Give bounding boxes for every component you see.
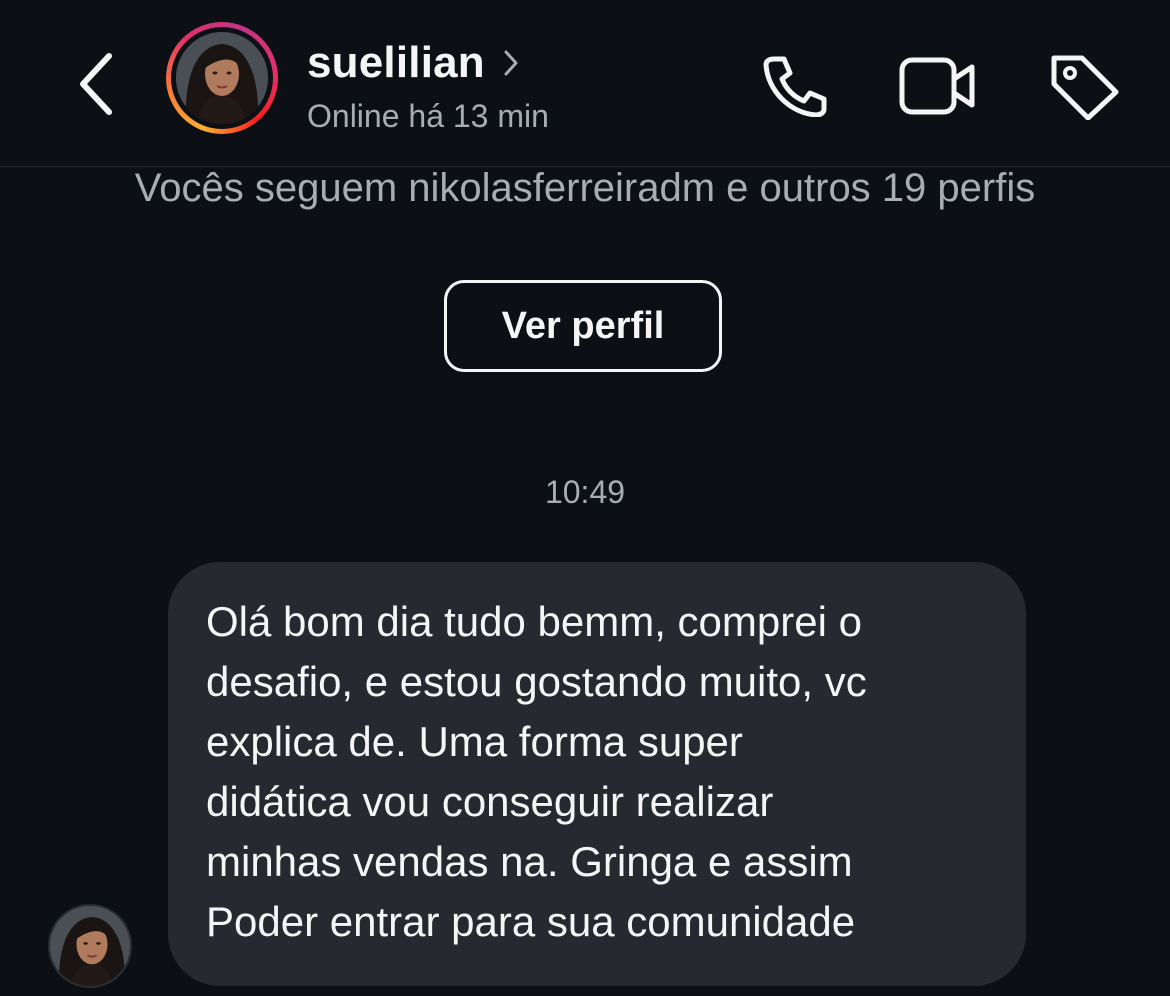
avatar-story-ring[interactable] xyxy=(166,22,278,134)
message-line: didática vou conseguir realizar xyxy=(206,778,774,825)
phone-icon xyxy=(763,56,827,117)
video-camera-icon xyxy=(899,57,975,115)
chevron-left-icon xyxy=(80,53,112,115)
view-profile-button[interactable]: Ver perfil xyxy=(444,280,722,372)
video-call-button[interactable] xyxy=(898,48,978,124)
message-line: desafio, e estou gostando muito, vc xyxy=(206,658,867,705)
message-line: Olá bom dia tudo bemm, comprei o xyxy=(206,598,862,645)
message-line: Poder entrar para sua comunidade xyxy=(206,898,856,945)
tag-icon xyxy=(1051,55,1119,120)
tag-button[interactable] xyxy=(1044,48,1124,124)
avatar xyxy=(176,32,268,124)
chat-header: suelilian Online há 13 min xyxy=(0,0,1170,167)
chevron-right-icon xyxy=(503,49,519,77)
back-button[interactable] xyxy=(62,44,132,124)
call-button[interactable] xyxy=(754,48,834,124)
username: suelilian xyxy=(307,38,485,87)
sender-avatar[interactable] xyxy=(48,904,132,988)
message-line: minhas vendas na. Gringa e assim xyxy=(206,838,853,885)
message-line: explica de. Uma forma super xyxy=(206,718,743,765)
mutual-followers-text: Vocês seguem nikolasferreiradm e outros … xyxy=(134,166,1036,210)
message-bubble[interactable]: Olá bom dia tudo bemm, comprei o desafio… xyxy=(168,562,1026,986)
online-status: Online há 13 min xyxy=(307,98,549,134)
message-timestamp: 10:49 xyxy=(544,474,626,510)
username-link[interactable]: suelilian xyxy=(307,38,519,88)
